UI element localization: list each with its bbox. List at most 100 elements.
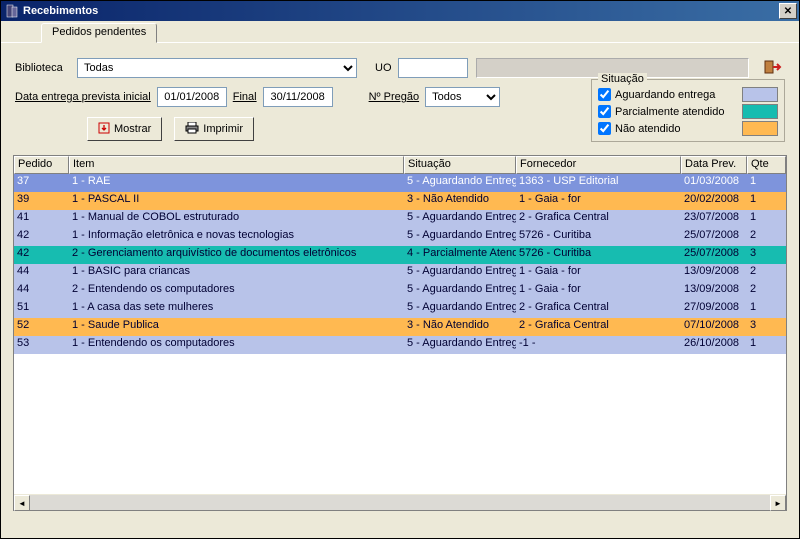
cell-qte: 3 — [747, 318, 786, 336]
biblioteca-label: Biblioteca — [15, 62, 71, 74]
printer-icon — [185, 122, 199, 137]
col-header-item[interactable]: Item — [69, 156, 404, 174]
cell-pedido: 53 — [14, 336, 69, 354]
legend-row-aguardando: Aguardando entrega — [598, 86, 778, 103]
table-row[interactable]: 371 - RAE5 - Aguardando Entrega1363 - US… — [14, 174, 786, 192]
grid-body[interactable]: 371 - RAE5 - Aguardando Entrega1363 - US… — [14, 174, 786, 494]
cell-fornecedor: 2 - Grafica Central — [516, 300, 681, 318]
cell-dataprev: 25/07/2008 — [681, 228, 747, 246]
cell-item: 1 - Entendendo os computadores — [69, 336, 404, 354]
cell-qte: 1 — [747, 174, 786, 192]
cell-situacao: 4 - Parcialmente Atendido — [404, 246, 516, 264]
col-header-dataprev[interactable]: Data Prev. — [681, 156, 747, 174]
scroll-right-button[interactable]: ► — [770, 495, 786, 511]
legend-check-nao[interactable] — [598, 122, 611, 135]
table-row[interactable]: 442 - Entendendo os computadores5 - Agua… — [14, 282, 786, 300]
table-row[interactable]: 521 - Saude Publica3 - Não Atendido2 - G… — [14, 318, 786, 336]
cell-qte: 1 — [747, 192, 786, 210]
cell-fornecedor: 1 - Gaia - for — [516, 192, 681, 210]
cell-fornecedor: 2 - Grafica Central — [516, 210, 681, 228]
table-row[interactable]: 411 - Manual de COBOL estruturado5 - Agu… — [14, 210, 786, 228]
imprimir-button[interactable]: Imprimir — [174, 117, 254, 141]
uo-input[interactable] — [398, 58, 468, 78]
table-row[interactable]: 422 - Gerenciamento arquivístico de docu… — [14, 246, 786, 264]
cell-dataprev: 20/02/2008 — [681, 192, 747, 210]
cell-fornecedor: 1363 - USP Editorial — [516, 174, 681, 192]
biblioteca-select[interactable]: Todas — [77, 58, 357, 78]
legend-check-parcial[interactable] — [598, 105, 611, 118]
cell-dataprev: 23/07/2008 — [681, 210, 747, 228]
scroll-left-button[interactable]: ◄ — [14, 495, 30, 511]
cell-dataprev: 13/09/2008 — [681, 264, 747, 282]
tab-pedidos-pendentes[interactable]: Pedidos pendentes — [41, 23, 157, 43]
cell-qte: 1 — [747, 336, 786, 354]
titlebar: Recebimentos ✕ — [1, 1, 799, 21]
cell-qte: 3 — [747, 246, 786, 264]
cell-item: 1 - Saude Publica — [69, 318, 404, 336]
cell-pedido: 42 — [14, 228, 69, 246]
close-button[interactable]: ✕ — [779, 3, 797, 19]
cell-pedido: 44 — [14, 282, 69, 300]
app-icon — [5, 4, 19, 18]
cell-dataprev: 07/10/2008 — [681, 318, 747, 336]
cell-situacao: 5 - Aguardando Entrega — [404, 264, 516, 282]
scroll-track[interactable] — [30, 495, 770, 510]
legend-label-parcial: Parcialmente atendido — [615, 106, 738, 118]
cell-fornecedor: 5726 - Curitiba — [516, 246, 681, 264]
table-row[interactable]: 391 - PASCAL II3 - Não Atendido1 - Gaia … — [14, 192, 786, 210]
col-header-fornecedor[interactable]: Fornecedor — [516, 156, 681, 174]
cell-qte: 2 — [747, 282, 786, 300]
cell-pedido: 44 — [14, 264, 69, 282]
pregao-select[interactable]: Todos — [425, 87, 500, 107]
legend-box: Situação Aguardando entrega Parcialmente… — [591, 79, 785, 142]
cell-pedido: 37 — [14, 174, 69, 192]
legend-swatch-parcial — [742, 104, 778, 119]
cell-fornecedor: 1 - Gaia - for — [516, 282, 681, 300]
cell-situacao: 5 - Aguardando Entrega — [404, 174, 516, 192]
cell-item: 1 - Informação eletrônica e novas tecnol… — [69, 228, 404, 246]
cell-pedido: 52 — [14, 318, 69, 336]
exit-button[interactable] — [761, 57, 785, 79]
cell-item: 1 - BASIC para criancas — [69, 264, 404, 282]
table-row[interactable]: 511 - A casa das sete mulheres5 - Aguard… — [14, 300, 786, 318]
data-inicial-label[interactable]: Data entrega prevista inicial — [15, 91, 151, 103]
legend-row-nao: Não atendido — [598, 120, 778, 137]
legend-row-parcial: Parcialmente atendido — [598, 103, 778, 120]
cell-fornecedor: -1 - — [516, 336, 681, 354]
col-header-situacao[interactable]: Situação — [404, 156, 516, 174]
cell-dataprev: 01/03/2008 — [681, 174, 747, 192]
data-inicial-input[interactable] — [157, 87, 227, 107]
imprimir-label: Imprimir — [203, 123, 243, 135]
table-row[interactable]: 421 - Informação eletrônica e novas tecn… — [14, 228, 786, 246]
cell-qte: 2 — [747, 228, 786, 246]
cell-item: 1 - Manual de COBOL estruturado — [69, 210, 404, 228]
window-title: Recebimentos — [23, 5, 779, 17]
cell-item: 1 - A casa das sete mulheres — [69, 300, 404, 318]
cell-fornecedor: 1 - Gaia - for — [516, 264, 681, 282]
col-header-pedido[interactable]: Pedido — [14, 156, 69, 174]
cell-situacao: 3 - Não Atendido — [404, 192, 516, 210]
cell-dataprev: 26/10/2008 — [681, 336, 747, 354]
cell-situacao: 5 - Aguardando Entrega — [404, 336, 516, 354]
tabs-row: Pedidos pendentes — [1, 21, 799, 43]
cell-pedido: 39 — [14, 192, 69, 210]
cell-situacao: 5 - Aguardando Entrega — [404, 282, 516, 300]
cell-item: 2 - Gerenciamento arquivístico de docume… — [69, 246, 404, 264]
legend-title: Situação — [598, 73, 647, 85]
mostrar-button[interactable]: Mostrar — [87, 117, 162, 141]
table-row[interactable]: 531 - Entendendo os computadores5 - Agua… — [14, 336, 786, 354]
grid: Pedido Item Situação Fornecedor Data Pre… — [13, 155, 787, 511]
cell-item: 1 - PASCAL II — [69, 192, 404, 210]
h-scrollbar[interactable]: ◄ ► — [14, 494, 786, 510]
cell-fornecedor: 2 - Grafica Central — [516, 318, 681, 336]
pregao-label[interactable]: Nº Pregão — [369, 91, 420, 103]
legend-swatch-aguardando — [742, 87, 778, 102]
arrow-down-icon — [98, 122, 110, 137]
uo-label: UO — [375, 62, 392, 74]
final-label[interactable]: Final — [233, 91, 257, 103]
table-row[interactable]: 441 - BASIC para criancas5 - Aguardando … — [14, 264, 786, 282]
col-header-qte[interactable]: Qte — [747, 156, 786, 174]
legend-label-aguardando: Aguardando entrega — [615, 89, 738, 101]
data-final-input[interactable] — [263, 87, 333, 107]
legend-check-aguardando[interactable] — [598, 88, 611, 101]
